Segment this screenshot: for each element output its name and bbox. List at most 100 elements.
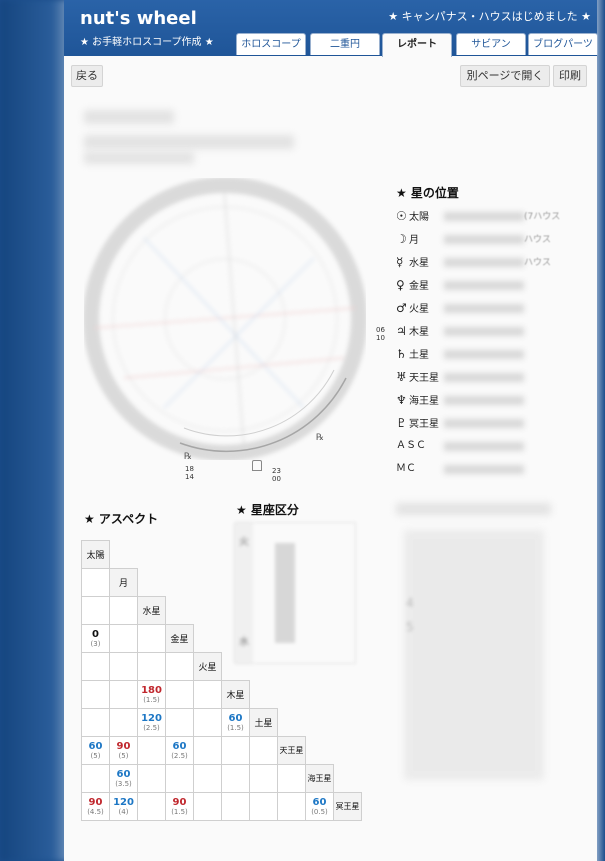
aspect-row: 火星 [81,652,362,681]
aspect-cell: 90 (4.5) [81,792,110,821]
aspect-orb: (5) [118,751,129,760]
aspect-empty [278,625,306,653]
open-new-page-button[interactable]: 別ページで開く [460,65,550,87]
site-header: nut's wheel ★ お手軽ホロスコープ作成 ★ ★ キャンパナス・ハウス… [64,0,598,57]
house-marker-icon [252,460,262,471]
aspect-cell [165,708,194,737]
aspect-empty [110,541,138,569]
aspect-empty [306,653,334,681]
report-page: nut's wheel ★ お手軽ホロスコープ作成 ★ ★ キャンパナス・ハウス… [64,0,598,861]
horoscope-wheel [84,178,366,460]
aspect-grid: 太陽月水星 0 (3) 金星 火星 180 (1.5) 木星 120 (2.5) 60 (1.5) 土星… [81,540,362,821]
aspect-empty [306,681,334,709]
aspect-empty [250,597,278,625]
tab-report[interactable]: レポート [382,33,452,57]
aspect-angle: 60 [88,740,103,752]
aspect-cell [81,568,110,597]
blurred-position [444,281,524,290]
aspect-cell [109,680,138,709]
aspect-empty [222,625,250,653]
aspect-angle: 180 [141,684,162,696]
aspect-cell [81,596,110,625]
aspect-empty [250,653,278,681]
aspect-angle: 120 [113,796,134,808]
aspect-angle: 60 [116,768,131,780]
aspect-planet-label: 木星 [221,680,250,709]
planet-row: ♇ 冥王星 [396,415,439,431]
aspect-row: 180 (1.5) 木星 [81,680,362,709]
planet-house: ハウス [524,235,552,245]
aspect-cell [109,596,138,625]
aspect-empty [334,625,362,653]
planets-title: ★ 星の位置 [396,186,459,200]
aspect-cell [193,680,222,709]
aspect-empty [278,681,306,709]
planet-house: ハウス [524,258,552,268]
planet-house: (7ハウス [524,212,561,222]
site-title[interactable]: nut's wheel [80,8,197,29]
aspect-cell [193,792,222,821]
aspect-planet-label: 火星 [193,652,222,681]
retrograde-mark-1: ℞ [184,452,193,462]
aspect-empty [334,737,362,765]
aspect-row: 60 (5) 90 (5) 60 (2.5) 天王星 [81,736,362,765]
aspect-empty [166,597,194,625]
chart-degree-bl-2: 14 [185,473,194,481]
site-news[interactable]: ★ キャンパナス・ハウスはじめました ★ [388,8,591,24]
aspect-cell [249,736,278,765]
sun-icon: ☉ [396,209,407,223]
aspect-cell: 60 (1.5) [221,708,250,737]
aspect-empty [138,541,166,569]
blurred-name [84,110,174,124]
aspect-cell [137,736,166,765]
tab-double-circle[interactable]: 二重円 [310,33,380,55]
aspect-empty [334,541,362,569]
chart-degree-br-1: 23 [272,467,281,475]
aspect-cell [193,764,222,793]
planet-row: ♃ 木星 [396,323,429,339]
aspect-empty [306,597,334,625]
aspect-empty [334,569,362,597]
blurred-position [444,304,524,313]
aspect-cell: 0 (3) [81,624,110,653]
aspect-empty [222,597,250,625]
aspect-empty [278,709,306,737]
blurred-position [444,235,524,244]
aspect-angle: 60 [172,740,187,752]
aspect-empty [222,653,250,681]
aspect-planet-label: 太陽 [81,540,110,569]
tab-blog-parts[interactable]: ブログパーツ [528,33,598,55]
chart-degree-bottom-right: 23 00 [272,467,281,483]
aspect-angle: 120 [141,712,162,724]
blurred-section-title [396,503,551,515]
planet-name: 太陽 [409,212,429,223]
aspect-cell [193,708,222,737]
aspect-title: ★ アスペクト [84,512,159,526]
aspect-empty [306,625,334,653]
aspect-empty [334,597,362,625]
mercury-icon: ☿ [396,255,404,269]
tab-sabian[interactable]: サビアン [456,33,526,55]
aspect-planet-label: 天王星 [277,736,306,765]
aspect-cell [193,736,222,765]
aspect-cell [249,792,278,821]
aspect-empty [278,597,306,625]
aspect-cell [109,624,138,653]
planet-row: ＭＣ [396,461,416,477]
aspect-orb: (0.5) [311,807,328,816]
back-button[interactable]: 戻る [71,65,103,87]
blurred-position [444,419,524,428]
aspect-orb: (4.5) [87,807,104,816]
aspect-cell [165,764,194,793]
aspect-cell [165,680,194,709]
aspect-cell [81,652,110,681]
aspect-cell [221,736,250,765]
aspect-cell [81,680,110,709]
aspect-planet-label: 金星 [165,624,194,653]
chart-degree-br-2: 00 [272,475,281,483]
chart-degree-bottom-left: 18 14 [185,465,194,481]
aspect-cell: 90 (5) [109,736,138,765]
print-button[interactable]: 印刷 [553,65,587,87]
tab-horoscope[interactable]: ホロスコープ [236,33,306,55]
moon-icon: ☽ [396,232,407,246]
